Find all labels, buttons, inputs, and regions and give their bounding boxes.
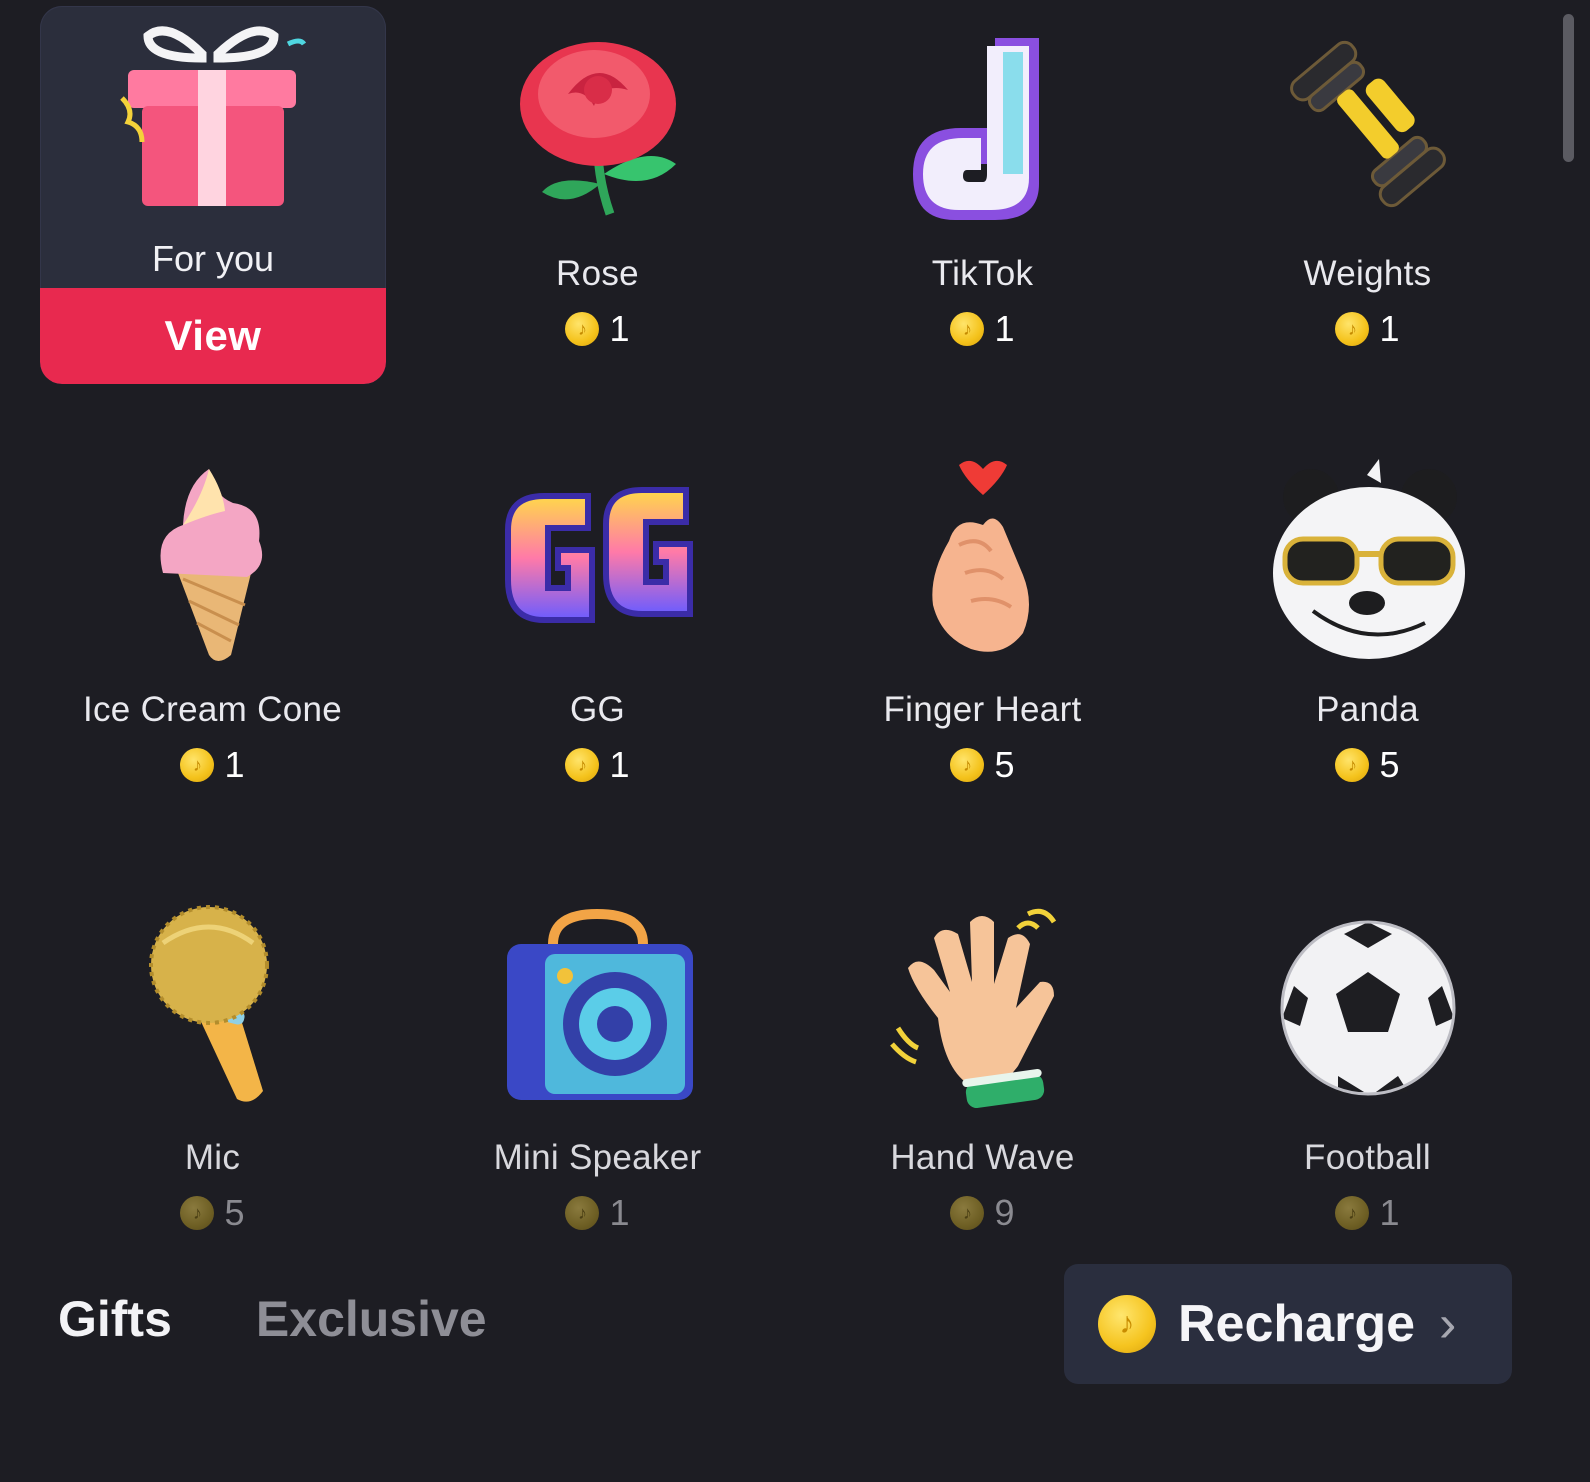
gift-item-football[interactable]: Football ♪ 1: [1175, 880, 1560, 1268]
gift-item-finger-heart[interactable]: Finger Heart ♪ 5: [790, 432, 1175, 880]
coin-icon: ♪: [565, 748, 600, 782]
gift-price-value: 1: [224, 744, 245, 785]
gift-item-rose[interactable]: Rose ♪ 1: [405, 0, 790, 432]
panda-icon: [1258, 450, 1478, 670]
coin-icon: ♪: [1335, 748, 1370, 782]
tab-gifts[interactable]: Gifts: [58, 1290, 172, 1348]
coin-icon: ♪: [950, 312, 985, 346]
gift-name: Rose: [556, 254, 639, 293]
scrollbar[interactable]: [1563, 14, 1574, 162]
gift-price-value: 1: [1379, 1192, 1400, 1233]
gift-price-value: 1: [609, 308, 630, 349]
coin-icon: ♪: [950, 748, 985, 782]
gift-price-value: 5: [224, 1192, 245, 1233]
gift-panel: Rose ♪ 1 TikTok ♪ 1 Weights ♪ 1 Ice Crea…: [0, 0, 1590, 1482]
chevron-right-icon: ›: [1439, 1295, 1457, 1353]
dumbbell-icon: [1258, 14, 1478, 234]
gift-item-panda[interactable]: Panda ♪ 5: [1175, 432, 1560, 880]
speaker-icon: [488, 898, 708, 1118]
soccer-ball-icon: [1258, 898, 1478, 1118]
gift-price-value: 5: [994, 744, 1015, 785]
gift-price: ♪ 9: [950, 1192, 1015, 1234]
coin-icon: ♪: [565, 1196, 600, 1230]
gift-price: ♪ 1: [565, 1192, 630, 1234]
tab-exclusive[interactable]: Exclusive: [256, 1290, 487, 1348]
gift-tabs: Gifts Exclusive: [58, 1290, 487, 1348]
recharge-label: Recharge: [1178, 1295, 1415, 1353]
coin-icon: ♪: [180, 1196, 215, 1230]
gift-price-value: 1: [609, 1192, 630, 1233]
ice-cream-icon: [103, 450, 323, 670]
gift-price-value: 1: [609, 744, 630, 785]
gift-name: Panda: [1316, 690, 1419, 729]
gift-name: Weights: [1303, 254, 1432, 293]
gift-price: ♪ 1: [1335, 308, 1400, 350]
coin-icon: ♪: [1335, 1196, 1370, 1230]
gift-price: ♪ 5: [1335, 744, 1400, 786]
gift-item-weights[interactable]: Weights ♪ 1: [1175, 0, 1560, 432]
gift-price: ♪ 1: [565, 744, 630, 786]
gift-price: ♪ 1: [950, 308, 1015, 350]
gift-name: Football: [1304, 1138, 1431, 1177]
gift-price: ♪ 5: [180, 1192, 245, 1234]
gift-name: Mini Speaker: [493, 1138, 702, 1177]
gift-price: ♪ 1: [1335, 1192, 1400, 1234]
recharge-button[interactable]: ♪ Recharge ›: [1064, 1264, 1512, 1384]
finger-heart-icon: [873, 450, 1093, 670]
gift-name: Ice Cream Cone: [82, 690, 343, 729]
gift-price-value: 1: [994, 308, 1015, 349]
gift-name: Mic: [184, 1138, 241, 1177]
gift-item-tiktok[interactable]: TikTok ♪ 1: [790, 0, 1175, 432]
gift-item-gg[interactable]: GG ♪ 1: [405, 432, 790, 880]
gg-text-icon: [488, 450, 708, 670]
for-you-card[interactable]: For you View: [40, 6, 386, 384]
gift-item-ice-cream-cone[interactable]: Ice Cream Cone ♪ 1: [20, 432, 405, 880]
gift-price: ♪ 1: [565, 308, 630, 350]
hand-wave-icon: [873, 898, 1093, 1118]
coin-icon: ♪: [565, 312, 600, 346]
gift-item-mic[interactable]: Mic ♪ 5: [20, 880, 405, 1268]
gift-name: TikTok: [931, 254, 1034, 293]
gift-item-hand-wave[interactable]: Hand Wave ♪ 9: [790, 880, 1175, 1268]
tiktok-logo-icon: [873, 14, 1093, 234]
coin-icon: ♪: [180, 748, 215, 782]
gift-price: ♪ 1: [180, 744, 245, 786]
view-button[interactable]: View: [40, 288, 386, 384]
rose-icon: [488, 14, 708, 234]
gift-price: ♪ 5: [950, 744, 1015, 786]
gift-price-value: 1: [1379, 308, 1400, 349]
gift-price-value: 9: [994, 1192, 1015, 1233]
gift-name: Finger Heart: [883, 690, 1082, 729]
gift-box-icon: [40, 14, 386, 224]
gift-name: Hand Wave: [890, 1138, 1075, 1177]
for-you-label: For you: [151, 238, 275, 279]
microphone-icon: [103, 898, 323, 1118]
gift-item-mini-speaker[interactable]: Mini Speaker ♪ 1: [405, 880, 790, 1268]
gift-price-value: 5: [1379, 744, 1400, 785]
coin-icon: ♪: [950, 1196, 985, 1230]
coin-icon: ♪: [1098, 1295, 1156, 1353]
gift-name: GG: [569, 690, 626, 729]
coin-icon: ♪: [1335, 312, 1370, 346]
